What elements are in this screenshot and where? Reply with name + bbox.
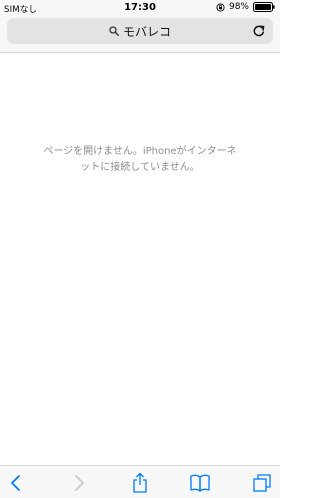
- forward-button[interactable]: [68, 472, 90, 494]
- address-center[interactable]: モバレコ: [7, 18, 273, 44]
- safari-screen: SIMなし 17:30 98% モバレコ ページを開けません。iPhoneがイン…: [0, 0, 280, 498]
- top-chrome: SIMなし 17:30 98% モバレコ: [0, 0, 280, 53]
- search-icon: [109, 26, 119, 36]
- rotation-lock-icon: [216, 2, 225, 12]
- bookmarks-button[interactable]: [189, 472, 211, 494]
- address-bar[interactable]: モバレコ: [7, 18, 273, 44]
- back-button[interactable]: [5, 472, 27, 494]
- status-right: 98%: [216, 2, 275, 12]
- battery-icon: [253, 2, 275, 12]
- reload-icon[interactable]: [252, 24, 266, 38]
- error-line-1: ページを開けません。iPhoneがインターネ: [43, 146, 237, 157]
- battery-percent: 98%: [228, 2, 249, 12]
- site-title: モバレコ: [122, 24, 171, 39]
- error-line-2: ットに接続していません。: [80, 162, 200, 173]
- share-button[interactable]: [129, 472, 151, 494]
- error-message: ページを開けません。iPhoneがインターネ ットに接続していません。: [20, 144, 260, 176]
- book-icon: [190, 474, 210, 492]
- share-icon: [133, 472, 147, 493]
- tabs-icon: [253, 474, 271, 492]
- status-bar: SIMなし 17:30 98%: [0, 0, 280, 16]
- chevron-left-icon: [11, 475, 20, 491]
- chevron-right-icon: [75, 475, 84, 491]
- tabs-button[interactable]: [251, 472, 273, 494]
- bottom-toolbar: [0, 465, 280, 498]
